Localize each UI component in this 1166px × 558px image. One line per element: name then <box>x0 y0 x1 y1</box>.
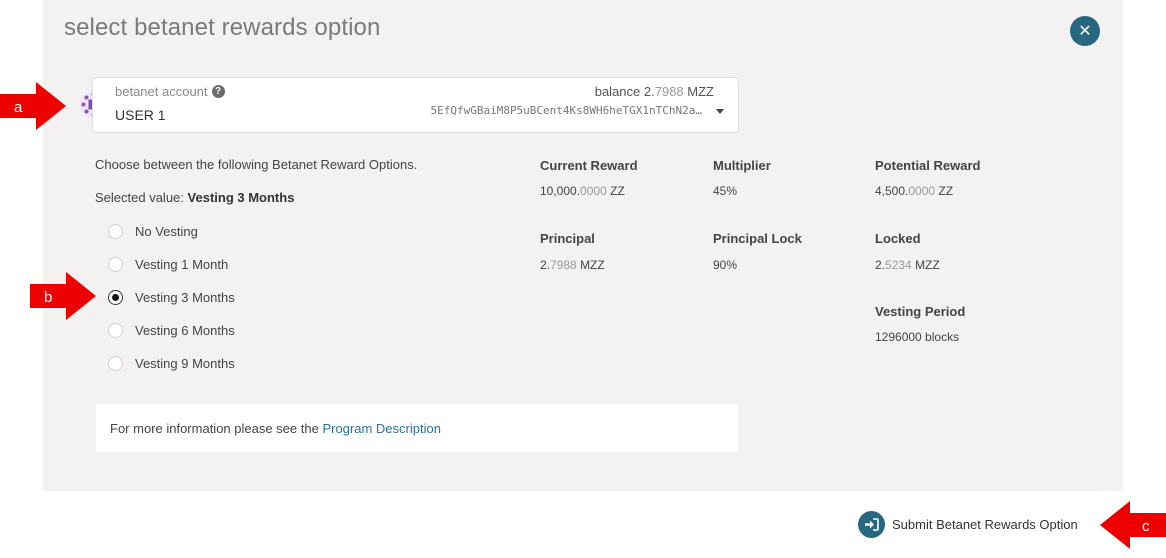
principal-value: 2.7988 MZZ <box>540 258 605 272</box>
multiplier-value: 45% <box>713 184 738 198</box>
option-label: No Vesting <box>135 223 198 239</box>
info-box: For more information please see the Prog… <box>96 404 738 452</box>
value-frac: 0000 <box>580 184 607 198</box>
account-name: USER 1 <box>115 107 166 123</box>
multiplier-label: Multiplier <box>713 158 771 173</box>
value-unit: MZZ <box>915 258 940 272</box>
value-frac: 5234 <box>885 258 912 272</box>
locked-label: Locked <box>875 231 921 246</box>
marker-c-text: c <box>1142 518 1150 535</box>
account-selector[interactable]: betanet account ? USER 1 balance 2.7988 … <box>92 77 739 133</box>
account-label-text: betanet account <box>115 84 208 99</box>
principal-label: Principal <box>540 231 595 246</box>
marker-a-text: a <box>14 99 23 116</box>
help-icon[interactable]: ? <box>211 85 225 98</box>
value-unit: ZZ <box>610 184 625 198</box>
close-icon: ✕ <box>1078 23 1092 40</box>
value-int: 2. <box>875 258 886 272</box>
value-unit: ZZ <box>938 184 954 198</box>
account-label: betanet account ? <box>115 84 225 99</box>
potential-reward-label: Potential Reward <box>875 158 981 173</box>
modal-title: select betanet rewards option <box>64 14 381 41</box>
account-address: 5EfQfwGBaiM8P5uBCent4Ks8WH6heTGX1nTChN2a… <box>430 104 702 117</box>
sign-in-icon <box>858 511 885 538</box>
value-int: 10,000. <box>540 184 581 198</box>
value-int: 2. <box>540 258 551 272</box>
marker-b: b <box>30 272 96 320</box>
marker-c: c <box>1100 501 1166 549</box>
radio-vesting-9-months[interactable] <box>108 355 123 371</box>
marker-b-arrow-icon <box>30 272 96 320</box>
option-vesting-3-months[interactable]: Vesting 3 Months <box>108 288 235 306</box>
marker-a-arrow-icon <box>0 82 66 130</box>
current-reward-value: 10,000.0000 ZZ <box>540 184 625 198</box>
option-label: Vesting 1 Month <box>135 256 229 272</box>
vesting-period-value: 1296000 blocks <box>875 330 960 344</box>
radio-vesting-1-month[interactable] <box>108 256 123 272</box>
radio-vesting-6-months[interactable] <box>108 322 123 338</box>
submit-button[interactable]: Submit Betanet Rewards Option <box>858 511 1078 538</box>
vesting-period-label: Vesting Period <box>875 304 966 319</box>
options-intro: Choose between the following Betanet Rew… <box>95 157 418 172</box>
submit-label: Submit Betanet Rewards Option <box>892 517 1078 532</box>
marker-c-arrow-icon <box>1100 501 1166 549</box>
option-label: Vesting 9 Months <box>135 355 235 371</box>
value-frac: 0000 <box>908 184 936 198</box>
balance-int: 2. <box>643 84 655 99</box>
option-vesting-6-months[interactable]: Vesting 6 Months <box>108 321 235 339</box>
balance-frac: 7988 <box>654 84 684 99</box>
value-unit: MZZ <box>580 258 605 272</box>
radio-no-vesting[interactable] <box>108 223 123 239</box>
option-vesting-9-months[interactable]: Vesting 9 Months <box>108 354 235 372</box>
potential-reward-value: 4,500.0000 ZZ <box>875 184 953 198</box>
option-label: Vesting 3 Months <box>135 289 235 305</box>
account-balance: balance 2.7988 MZZ <box>595 84 714 99</box>
principal-lock-value: 90% <box>713 258 738 272</box>
marker-a: a <box>0 82 66 130</box>
option-no-vesting[interactable]: No Vesting <box>108 222 198 240</box>
info-text-prefix: For more information please see the <box>110 421 319 436</box>
value-int: 4,500. <box>875 184 909 198</box>
marker-b-text: b <box>44 289 52 306</box>
chevron-down-icon[interactable] <box>716 109 724 114</box>
selected-value-text: Vesting 3 Months <box>187 190 295 205</box>
program-description-link[interactable]: Program Description <box>322 421 441 436</box>
selected-prefix: Selected value: <box>95 190 184 205</box>
close-button[interactable]: ✕ <box>1070 16 1100 46</box>
principal-lock-label: Principal Lock <box>713 231 802 246</box>
selected-value: Selected value: Vesting 3 Months <box>95 190 294 205</box>
radio-vesting-3-months[interactable] <box>108 289 123 305</box>
info-text: For more information please see the Prog… <box>110 421 441 436</box>
balance-label: balance <box>594 84 641 99</box>
value-frac: 7988 <box>550 258 577 272</box>
option-label: Vesting 6 Months <box>135 322 235 338</box>
balance-unit: MZZ <box>687 84 714 99</box>
locked-value: 2.5234 MZZ <box>875 258 940 272</box>
option-vesting-1-month[interactable]: Vesting 1 Month <box>108 255 228 273</box>
current-reward-label: Current Reward <box>540 158 638 173</box>
